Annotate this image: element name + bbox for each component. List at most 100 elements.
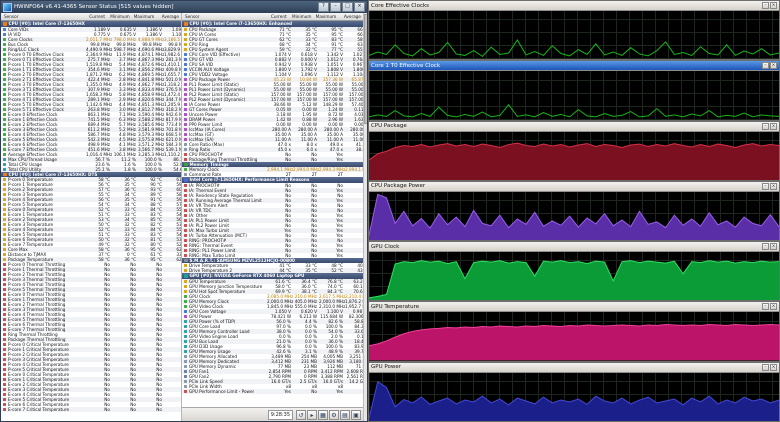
column-header-average: Average: [343, 14, 362, 19]
footer-buttons: ↺ ▸ ▦ ⚙ ▤ ▣: [296, 409, 361, 420]
sensor-value-icon: [3, 313, 6, 316]
sensor-value-icon: [184, 369, 187, 373]
graph-plot: [369, 252, 779, 301]
sensor-name-cell: Package/Ring Thermal Throttling: [182, 157, 267, 162]
sensor-value-icon: [3, 383, 6, 386]
graph-close-button[interactable]: ×: [770, 62, 777, 70]
sensor-group-label: S.M.A.R.T.: SAMSUNG MZVL2512HCJQ-00B00: [189, 257, 295, 263]
expand-button[interactable]: ▣: [351, 409, 361, 420]
sensor-row[interactable]: Drive Temperature 2 44 °C 35 °C 52 °C 43 °C: [182, 268, 363, 273]
sensor-value-icon: [184, 299, 187, 303]
sensor-value-icon: [3, 323, 6, 326]
graph-minimize-button[interactable]: –: [762, 122, 769, 130]
sensor-value-icon: [184, 57, 187, 61]
graph-title: GPU Power: [371, 364, 401, 371]
graph-close-button[interactable]: ×: [770, 182, 777, 190]
graph-plot: [369, 11, 779, 60]
column-header-minimum: Minimum: [110, 14, 130, 19]
graph-titlebar[interactable]: GPU Temperature – ×: [369, 302, 779, 313]
sensor-row[interactable]: Command Rate2T2T2T2T: [182, 172, 363, 177]
graph-minimize-button[interactable]: –: [762, 182, 769, 190]
sensor-value-icon: [3, 62, 6, 66]
graph-close-button[interactable]: ×: [770, 303, 777, 311]
minimize-button[interactable]: –: [330, 2, 341, 12]
sensor-value-icon: [184, 32, 187, 36]
graph-plot: [369, 372, 779, 421]
maximize-button[interactable]: □: [342, 2, 353, 12]
sensor-value-icon: [184, 77, 187, 81]
sensor-value-icon: [3, 403, 6, 406]
sensor-value-icon: [3, 178, 6, 181]
sensor-value-icon: [184, 122, 187, 126]
vertical-scrollbar[interactable]: [363, 13, 367, 421]
scrollbar-thumb[interactable]: [364, 14, 367, 124]
sensor-value-icon: [3, 92, 6, 96]
sensor-value-icon: [184, 183, 187, 187]
sensor-value-icon: [184, 359, 187, 363]
graph-titlebar[interactable]: Core Effective Clocks – ×: [369, 1, 779, 11]
sensor-value-icon: [3, 243, 6, 246]
window-title: HWiNFO64 v6.41-4365 Sensor Status [515 v…: [14, 4, 174, 10]
show-graph-button[interactable]: ▦: [318, 409, 328, 420]
sensor-value-icon: [3, 263, 6, 266]
sensor-value-icon: [3, 333, 6, 336]
sensor-value-icon: [3, 27, 6, 31]
graph-minimize-button[interactable]: –: [762, 303, 769, 311]
sensor-value-icon: [184, 238, 187, 242]
sensor-value-icon: [3, 203, 6, 206]
settings-gear-button[interactable]: ⚙: [329, 409, 339, 420]
graph-panel: CPU Package – ×: [368, 120, 780, 181]
help-button[interactable]: ?: [318, 2, 329, 12]
sensor-value-icon: [184, 374, 187, 378]
sensor-value-icon: [3, 248, 6, 251]
sensor-value-icon: [3, 328, 6, 331]
graph-close-button[interactable]: ×: [770, 122, 777, 130]
sensor-value-icon: [184, 354, 187, 358]
sensor-row[interactable]: Total CPU Utility 25.1 % 1.8 % 100.0 % 54.6 …: [1, 166, 181, 172]
sensor-value: Yes: [336, 156, 343, 162]
sensor-value-icon: [3, 52, 6, 56]
sensor-value-icon: [184, 117, 187, 121]
sensor-label: Drive Temperature 2: [189, 268, 233, 273]
window-titlebar[interactable]: HWiNFO64 v6.41-4365 Sensor Status [515 v…: [1, 1, 367, 13]
graph-titlebar[interactable]: GPU Clock – ×: [369, 242, 779, 253]
graph-minimize-button[interactable]: –: [762, 243, 769, 251]
reset-min-max-button[interactable]: ↺: [296, 409, 306, 420]
column-header-minimum: Minimum: [292, 14, 312, 19]
graph-minimize-button[interactable]: –: [762, 363, 769, 371]
sensor-name-cell: Drive Temperature 2: [182, 268, 267, 273]
sensor-value-icon: [184, 289, 187, 293]
graph-titlebar[interactable]: CPU Package Power – ×: [369, 181, 779, 192]
graph-close-button[interactable]: ×: [770, 243, 777, 251]
graph-title: Core 1 T0 Effective Clock: [371, 62, 441, 69]
sensor-row[interactable]: Package/Ring Thermal Throttling No No Yes: [182, 156, 363, 162]
hwinfo-sensor-window: HWiNFO64 v6.41-4365 Sensor Status [515 v…: [0, 0, 368, 422]
graph-titlebar[interactable]: GPU Power – ×: [369, 362, 779, 373]
graph-titlebar[interactable]: CPU Package – ×: [369, 121, 779, 132]
graph-minimize-button[interactable]: –: [762, 2, 769, 9]
graph-close-button[interactable]: ×: [770, 363, 777, 371]
graph-titlebar[interactable]: Core 1 T0 Effective Clock – ×: [369, 61, 779, 72]
sensor-value-icon: [3, 137, 6, 141]
close-button[interactable]: ×: [354, 2, 365, 12]
graph-minimize-button[interactable]: –: [762, 62, 769, 70]
sensor-row[interactable]: GPU Performance Limit - Power Yes No Yes: [182, 388, 363, 394]
sensor-value: 25.1 %: [95, 166, 110, 172]
sensor-value-icon: [3, 157, 6, 161]
sensor-value-icon: [184, 243, 187, 247]
sensor-value: Yes: [336, 252, 343, 258]
sensor-value-icon: [184, 304, 187, 308]
sensor-row[interactable]: RING: Max Turbo Limit No No Yes: [182, 253, 363, 258]
sensor-row[interactable]: E-core 7 Critical Temperature No No No: [1, 407, 181, 412]
sensor-value-icon: [184, 193, 187, 197]
sensor-value: No: [285, 156, 291, 162]
log-start-button[interactable]: ▸: [307, 409, 317, 420]
sensor-value-icon: [184, 208, 187, 212]
sensor-rows-right: CPU [#0]: Intel Core i7-13650HX: Enhance…: [182, 21, 363, 407]
report-button[interactable]: ▤: [340, 409, 350, 420]
graph-close-button[interactable]: ×: [770, 2, 777, 9]
column-header-sensor: Sensor: [4, 14, 19, 19]
sensor-value-icon: [3, 77, 6, 81]
sensor-group-icon: [184, 274, 188, 278]
sensor-name-cell: E-core 7 Critical Temperature: [1, 407, 86, 412]
